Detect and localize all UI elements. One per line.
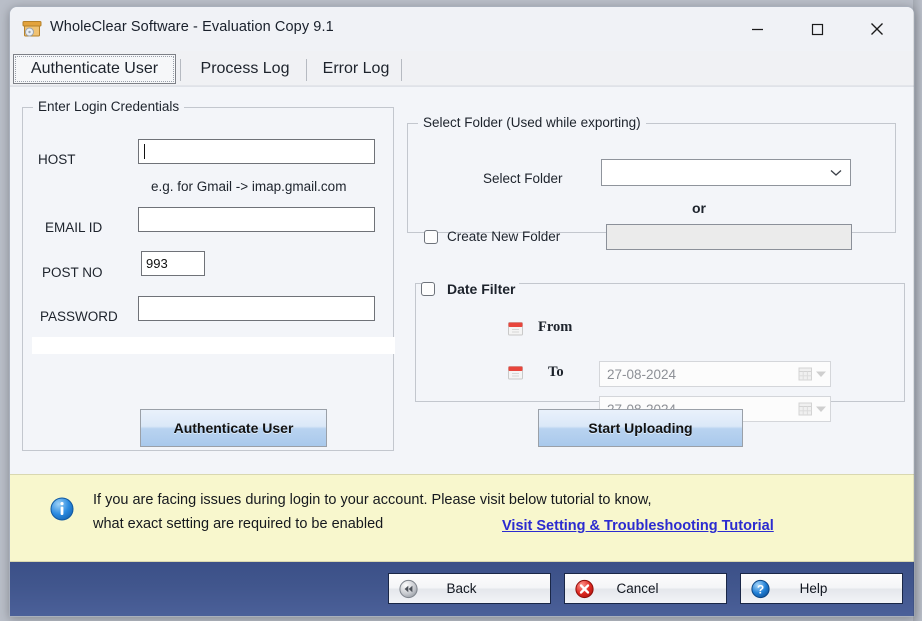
group-legend: Enter Login Credentials: [33, 99, 185, 114]
notice-bar: If you are facing issues during login to…: [10, 474, 914, 562]
maximize-icon: [811, 23, 823, 35]
date-filter-checkbox[interactable]: [421, 282, 435, 296]
date-to-dropdown[interactable]: [798, 367, 826, 382]
create-new-folder-label: Create New Folder: [447, 229, 561, 244]
chevron-down-icon: [830, 164, 842, 182]
start-uploading-label: Start Uploading: [588, 420, 693, 436]
port-input[interactable]: [141, 251, 205, 276]
minimize-button[interactable]: [734, 7, 780, 51]
notice-line-2: what exact setting are required to be en…: [93, 516, 384, 532]
calendar-button-icon: [798, 402, 812, 416]
svg-text:?: ?: [757, 582, 764, 596]
maximize-button[interactable]: [794, 7, 840, 51]
host-hint: e.g. for Gmail -> imap.gmail.com: [151, 179, 347, 194]
date-from-label: From: [538, 319, 573, 335]
cancel-icon: [575, 579, 594, 598]
start-uploading-button[interactable]: Start Uploading: [538, 409, 743, 447]
or-separator-text: or: [692, 200, 706, 216]
calendar-icon: [508, 365, 523, 380]
chevron-down-icon: [816, 406, 826, 412]
question-icon: ?: [751, 579, 770, 598]
create-new-folder-input[interactable]: [606, 224, 852, 250]
tab-separator: [306, 59, 307, 81]
calendar-button-icon: [798, 367, 812, 381]
tab-authenticate-user[interactable]: Authenticate User: [13, 54, 176, 84]
password-input[interactable]: [138, 296, 375, 321]
host-label: HOST: [38, 152, 76, 167]
date-from-dropdown[interactable]: [798, 402, 826, 417]
title-bar: WholeClear Software - Evaluation Copy 9.…: [10, 7, 914, 51]
tab-strip: Authenticate User Process Log Error Log: [10, 51, 914, 86]
window-title: WholeClear Software - Evaluation Copy 9.…: [50, 19, 334, 35]
create-new-folder-checkbox[interactable]: [424, 230, 438, 244]
tab-separator: [401, 59, 402, 81]
window-shadow: [913, 0, 922, 621]
password-label: PASSWORD: [40, 309, 118, 324]
select-folder-label: Select Folder: [483, 171, 563, 186]
help-button[interactable]: ? Help: [740, 573, 903, 604]
chevron-down-icon: [816, 371, 826, 377]
date-to-picker[interactable]: 27-08-2024: [599, 361, 831, 387]
port-label: POST NO: [42, 265, 103, 280]
email-input[interactable]: [138, 207, 375, 232]
cancel-button[interactable]: Cancel: [564, 573, 727, 604]
main-panel: Enter Login Credentials HOST e.g. for Gm…: [10, 86, 914, 475]
email-label: EMAIL ID: [45, 220, 103, 235]
archive-box-icon: [22, 20, 42, 38]
date-to-label: To: [548, 364, 564, 380]
date-to-value: 27-08-2024: [607, 366, 677, 382]
close-icon: [871, 23, 883, 35]
status-bar-area: [32, 337, 395, 354]
tab-process-log[interactable]: Process Log: [186, 54, 304, 84]
host-text-caret: [144, 144, 145, 159]
calendar-icon: [508, 321, 523, 336]
date-filter-label: Date Filter: [443, 281, 520, 297]
application-window: WholeClear Software - Evaluation Copy 9.…: [9, 6, 915, 617]
tab-label: Error Log: [322, 60, 390, 77]
tab-error-log[interactable]: Error Log: [312, 54, 400, 84]
info-icon: [50, 497, 74, 521]
tab-separator: [180, 59, 181, 81]
authenticate-user-button[interactable]: Authenticate User: [140, 409, 327, 447]
notice-line-1: If you are facing issues during login to…: [93, 492, 652, 508]
rewind-icon: [399, 579, 418, 598]
back-button[interactable]: Back: [388, 573, 551, 604]
app-root: WholeClear Software - Evaluation Copy 9.…: [0, 0, 922, 621]
minimize-icon: [751, 28, 763, 30]
tab-label: Authenticate User: [30, 60, 159, 77]
tutorial-link[interactable]: Visit Setting & Troubleshooting Tutorial: [502, 518, 774, 534]
host-input[interactable]: [138, 139, 375, 164]
tab-label: Process Log: [200, 60, 290, 77]
select-folder-dropdown[interactable]: [601, 159, 851, 186]
footer-bar: Back Cancel ? Help: [10, 562, 914, 616]
group-legend: Select Folder (Used while exporting): [418, 115, 646, 130]
authenticate-user-label: Authenticate User: [173, 420, 294, 436]
close-button[interactable]: [854, 7, 900, 51]
